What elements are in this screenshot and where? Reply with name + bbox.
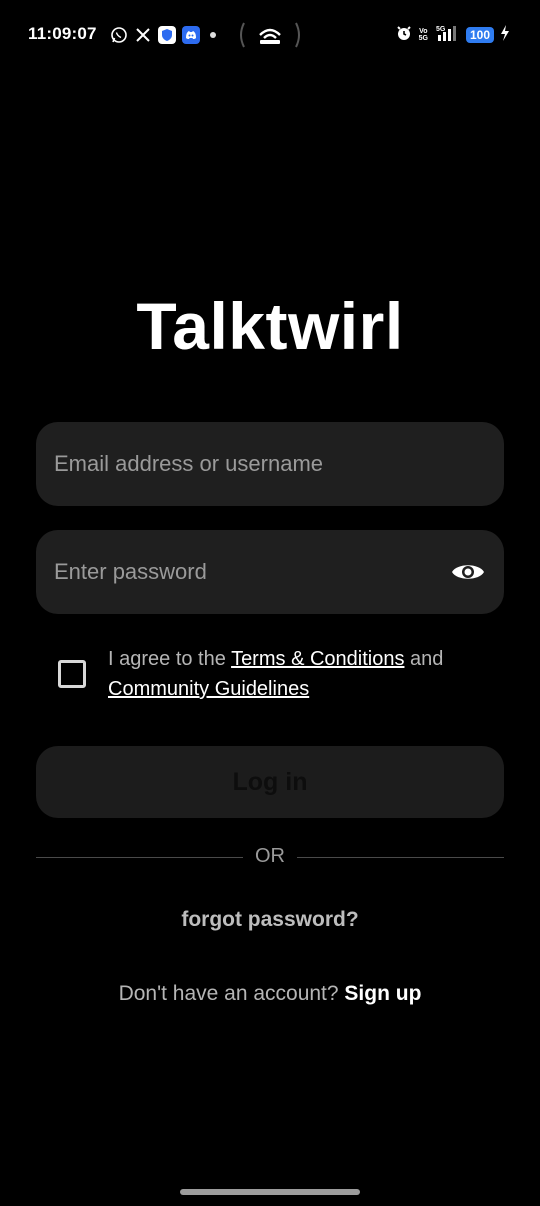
forgot-password-link[interactable]: forgot password? [0, 908, 540, 932]
password-input[interactable] [54, 530, 444, 614]
x-icon [134, 26, 152, 44]
terms-checkbox[interactable] [58, 660, 86, 688]
signup-link[interactable]: Sign up [344, 982, 421, 1005]
or-divider: OR [36, 845, 504, 869]
show-password-eye-icon[interactable] [450, 556, 486, 588]
terms-agreement-text: I agree to the Terms & Conditions and Co… [108, 644, 508, 704]
agree-prefix-text: I agree to the [108, 648, 232, 670]
alarm-icon [395, 24, 413, 47]
whatsapp-icon [110, 26, 128, 44]
hotspot-icon [259, 28, 281, 44]
app-title: Talktwirl [136, 289, 404, 363]
email-field-container [36, 422, 504, 506]
login-screen: 11:09:07 Vo 5G 5G 100 Talktwirl Email ad… [0, 0, 540, 1206]
password-field-container [36, 530, 504, 614]
hotspot-indicator [236, 20, 304, 50]
signup-row: Don't have an account? Sign up [0, 982, 540, 1006]
more-dot-icon [210, 32, 216, 38]
no-account-text: Don't have an account? [118, 982, 345, 1005]
terms-conditions-link[interactable]: Terms & Conditions [231, 648, 404, 670]
agree-middle-text: and [404, 648, 444, 670]
status-time: 11:09:07 [28, 24, 97, 43]
home-indicator[interactable] [180, 1189, 360, 1195]
email-input[interactable] [54, 422, 444, 506]
battery-level: 100 [465, 27, 494, 43]
charging-icon [500, 24, 510, 46]
discord-icon [182, 26, 200, 44]
divider-line-right [297, 857, 504, 858]
notification-icons [110, 22, 216, 48]
shield-icon [158, 26, 176, 44]
status-bar: 11:09:07 Vo 5G 5G 100 [0, 0, 540, 70]
signal-icon: 5G [434, 24, 460, 47]
community-guidelines-link[interactable]: Community Guidelines [108, 678, 309, 700]
login-button[interactable]: Log in [36, 746, 504, 818]
volte-label: Vo 5G [418, 28, 428, 42]
system-icons: Vo 5G 5G 100 [395, 24, 510, 46]
svg-text:5G: 5G [436, 26, 446, 33]
